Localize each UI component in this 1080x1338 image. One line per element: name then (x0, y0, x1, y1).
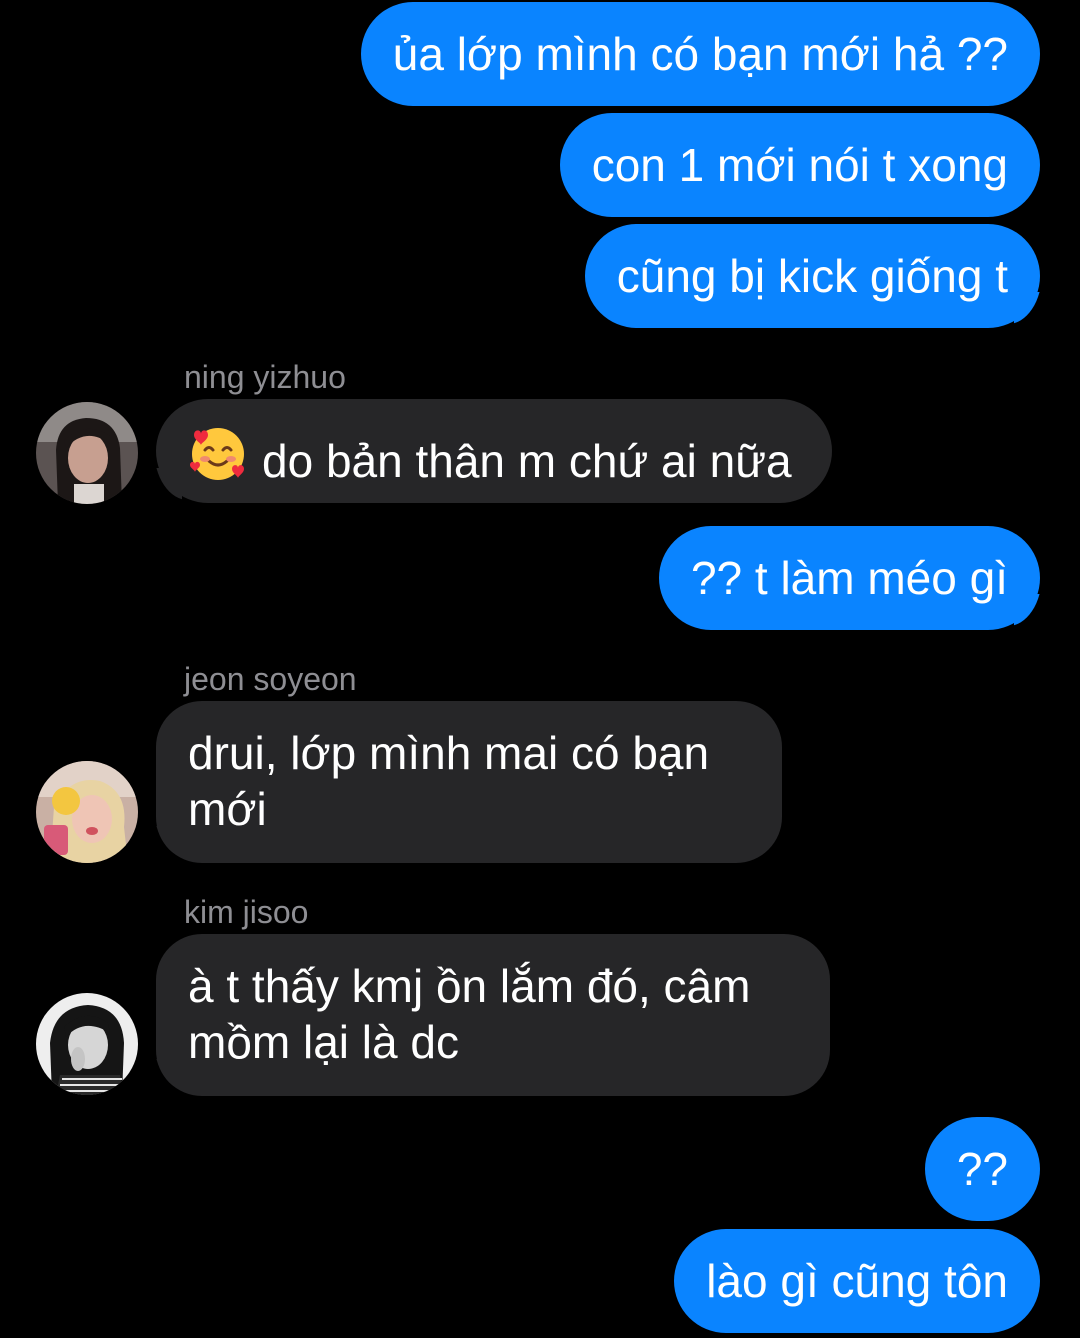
smiling-face-with-hearts-icon (188, 423, 248, 495)
message-text-line: mới (188, 783, 267, 835)
message-text-line: drui, lớp mình mai có bạn (188, 727, 710, 779)
avatar[interactable] (36, 761, 138, 863)
message-text: ?? (956, 1143, 1008, 1195)
outgoing-message[interactable]: ?? (924, 1117, 1040, 1221)
message-text: lào gì cũng tôn (706, 1255, 1008, 1307)
outgoing-message[interactable]: ?? t làm méo gì (658, 526, 1040, 630)
message-text: ?? t làm méo gì (690, 552, 1008, 604)
incoming-message[interactable]: do bản thân m chứ ai nữa (156, 399, 832, 503)
message-text: do bản thân m chứ ai nữa (262, 435, 792, 487)
bubble-tail (1014, 292, 1054, 328)
outgoing-message[interactable]: con 1 mới nói t xong (559, 113, 1040, 217)
message-text: cũng bị kick giống t (616, 250, 1008, 302)
bubble-tail (142, 826, 182, 862)
message-text-line: mồm lại là dc (188, 1016, 459, 1068)
sender-name: ning yizhuo (184, 359, 346, 395)
message-text-line: à t thấy kmj ồn lắm đó, câm (188, 960, 751, 1012)
outgoing-message[interactable]: ủa lớp mình có bạn mới hả ?? (360, 2, 1040, 106)
outgoing-message[interactable]: cũng bị kick giống t (584, 224, 1040, 328)
sender-name: jeon soyeon (184, 661, 357, 697)
sender-name: kim jisoo (184, 894, 309, 930)
message-text: con 1 mới nói t xong (591, 139, 1008, 191)
avatar[interactable] (36, 993, 138, 1095)
incoming-message[interactable]: à t thấy kmj ồn lắm đó, câm mồm lại là d… (156, 934, 830, 1096)
incoming-message[interactable]: drui, lớp mình mai có bạn mới (156, 701, 782, 863)
bubble-tail (142, 1059, 182, 1095)
outgoing-message[interactable]: lào gì cũng tôn (674, 1229, 1040, 1333)
avatar[interactable] (36, 402, 138, 504)
message-text: ủa lớp mình có bạn mới hả ?? (392, 28, 1008, 80)
bubble-tail (1014, 594, 1054, 630)
bubble-tail (142, 468, 182, 504)
